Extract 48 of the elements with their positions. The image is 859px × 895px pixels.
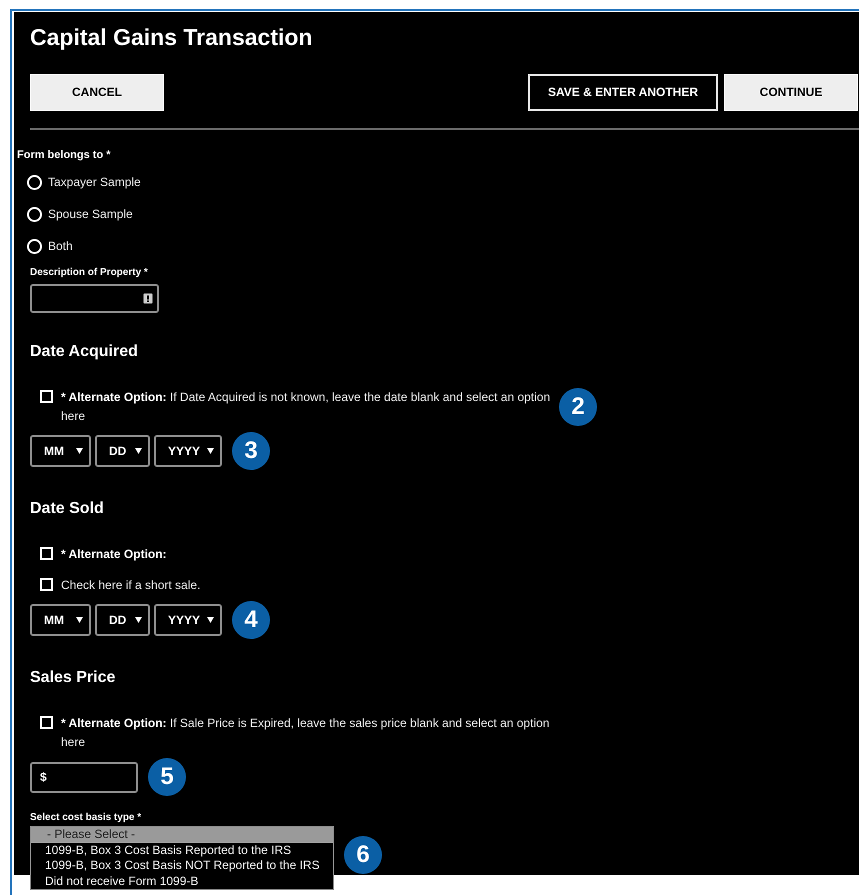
radio-label: Taxpayer Sample <box>48 174 141 191</box>
list-option[interactable]: 1099-B, Box 3 Cost Basis Reported to the IRS <box>31 842 333 858</box>
callout-badge: 6 <box>344 836 382 874</box>
date-select[interactable]: YYYY <box>154 604 222 636</box>
date-select[interactable]: DD <box>95 604 150 636</box>
checkbox[interactable] <box>40 578 53 591</box>
action-button[interactable]: SAVE & ENTER ANOTHER <box>528 74 718 110</box>
dropdown-arrow-icon <box>135 617 142 623</box>
dropdown-arrow-icon <box>207 617 214 623</box>
checkbox-label: * Alternate Option: If Sale Price is Expired, leave the sales price blank and select an option here <box>61 715 550 751</box>
dropdown-arrow-icon <box>76 448 83 454</box>
cost-basis-list[interactable]: - Please Select - 1099-B, Box 3 Cost Basis Reported to the IRS 1099-B, Box 3 Cost Basis NOT Reported to the IRS Did not receive Form 1099-B <box>30 826 334 890</box>
checkbox-label: * Alternate Option: <box>61 546 167 563</box>
checkbox-label: Check here if a short sale. <box>61 577 200 594</box>
radio-button[interactable] <box>27 206 42 222</box>
field-label: Form belongs to * <box>17 148 112 162</box>
field-label: Select cost basis type * <box>30 811 142 825</box>
dropdown-arrow-icon <box>135 448 142 454</box>
list-option[interactable]: 1099-B, Box 3 Cost Basis NOT Reported to the IRS <box>31 858 333 874</box>
checkbox[interactable] <box>40 390 53 403</box>
date-select[interactable]: MM <box>30 435 91 467</box>
section-heading: Date Sold <box>30 499 105 519</box>
price-field[interactable]: $ <box>30 762 138 792</box>
date-select[interactable]: MM <box>30 604 91 636</box>
radio-label: Both <box>48 238 73 255</box>
dropdown-arrow-icon <box>207 448 214 454</box>
action-button[interactable]: CONTINUE <box>724 74 858 110</box>
field-label: Description of Property * <box>30 266 149 280</box>
callout-badge: 2 <box>559 388 597 426</box>
radio-label: Spouse Sample <box>48 206 133 223</box>
section-heading: Date Acquired <box>30 342 139 362</box>
radio-button[interactable] <box>27 174 42 190</box>
page-title: Capital Gains Transaction <box>30 23 314 52</box>
action-button[interactable]: CANCEL <box>30 74 164 110</box>
dropdown-arrow-icon <box>76 617 83 623</box>
date-select[interactable]: YYYY <box>154 435 222 467</box>
checkbox-label: * Alternate Option: If Date Acquired is not known, leave the date blank and select an option here <box>61 389 551 425</box>
list-option[interactable]: Did not receive Form 1099-B <box>31 874 333 889</box>
list-option[interactable]: - Please Select - <box>31 827 333 842</box>
description-field[interactable] <box>30 284 159 313</box>
date-select[interactable]: DD <box>95 435 150 467</box>
section-heading: Sales Price <box>30 668 116 688</box>
callout-badge: 4 <box>232 601 270 639</box>
callout-badge: 5 <box>148 758 186 796</box>
radio-button[interactable] <box>27 238 42 254</box>
checkbox[interactable] <box>40 547 53 560</box>
callout-badge: 3 <box>232 432 270 470</box>
checkbox[interactable] <box>40 716 53 729</box>
